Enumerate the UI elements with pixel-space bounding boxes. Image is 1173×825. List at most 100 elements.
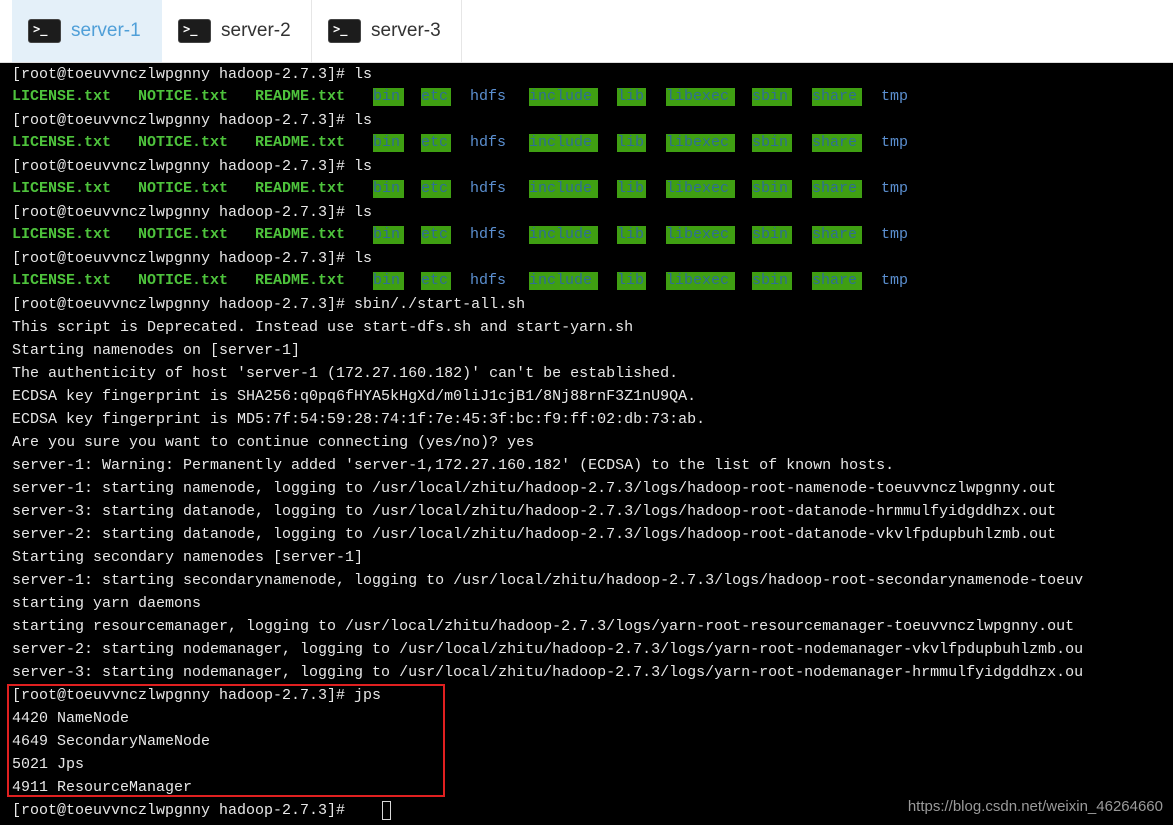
ls-entry-include: include — [529, 272, 598, 290]
watermark: https://blog.csdn.net/weixin_46264660 — [907, 798, 1163, 815]
ls-entry-license-txt: LICENSE.txt — [12, 88, 112, 105]
ls-entry-license-txt: LICENSE.txt — [12, 180, 112, 197]
terminal-icon — [328, 19, 361, 43]
tab-label: server-3 — [371, 20, 441, 41]
ls-entry-readme-txt: README.txt — [255, 272, 346, 289]
prompt-line: [root@toeuvvnczlwpgnny hadoop-2.7.3]# jp… — [12, 687, 382, 704]
output-line: server-1: starting namenode, logging to … — [12, 480, 1057, 497]
ls-entry-readme-txt: README.txt — [255, 226, 346, 243]
ls-entry-license-txt: LICENSE.txt — [12, 226, 112, 243]
output-line: server-2: starting datanode, logging to … — [12, 526, 1057, 543]
ls-entry-notice-txt: NOTICE.txt — [138, 180, 229, 197]
ls-entry-libexec: libexec — [666, 88, 735, 106]
prompt-line: [root@toeuvvnczlwpgnny hadoop-2.7.3]# — [12, 802, 355, 819]
ls-entry-tmp: tmp — [881, 134, 909, 151]
ls-entry-libexec: libexec — [666, 180, 735, 198]
ls-entry-bin: bin — [373, 180, 404, 198]
ls-entry-tmp: tmp — [881, 180, 909, 197]
ls-entry-libexec: libexec — [666, 226, 735, 244]
ls-entry-share: share — [812, 134, 862, 152]
ls-entry-bin: bin — [373, 134, 404, 152]
output-line: Are you sure you want to continue connec… — [12, 434, 535, 451]
terminal-output[interactable]: [root@toeuvvnczlwpgnny hadoop-2.7.3]# ls… — [0, 63, 1173, 825]
ls-entry-include: include — [529, 180, 598, 198]
output-line: server-1: starting secondarynamenode, lo… — [12, 572, 1084, 589]
ls-entry-notice-txt: NOTICE.txt — [138, 88, 229, 105]
ls-entry-notice-txt: NOTICE.txt — [138, 134, 229, 151]
output-line: This script is Deprecated. Instead use s… — [12, 319, 634, 336]
ls-entry-sbin: sbin — [752, 134, 792, 152]
tab-label: server-2 — [221, 20, 291, 41]
terminal-icon — [178, 19, 211, 43]
ls-entry-license-txt: LICENSE.txt — [12, 272, 112, 289]
prompt-line: [root@toeuvvnczlwpgnny hadoop-2.7.3]# ls — [12, 158, 373, 175]
ls-entry-share: share — [812, 180, 862, 198]
output-line: starting yarn daemons — [12, 595, 202, 612]
ls-entry-include: include — [529, 134, 598, 152]
ls-entry-tmp: tmp — [881, 272, 909, 289]
tab-bar: server-1 server-2 server-3 — [0, 0, 1173, 63]
tab-server-2[interactable]: server-2 — [162, 0, 312, 62]
ls-entry-bin: bin — [373, 88, 404, 106]
ls-entry-readme-txt: README.txt — [255, 180, 346, 197]
output-line: 5021 Jps — [12, 756, 85, 773]
terminal-icon — [28, 19, 61, 43]
ls-entry-include: include — [529, 226, 598, 244]
ls-entry-bin: bin — [373, 272, 404, 290]
ls-entry-hdfs: hdfs — [470, 88, 507, 105]
ls-entry-bin: bin — [373, 226, 404, 244]
prompt-line: [root@toeuvvnczlwpgnny hadoop-2.7.3]# ls — [12, 66, 373, 83]
ls-entry-tmp: tmp — [881, 88, 909, 105]
ls-entry-lib: lib — [617, 134, 646, 152]
prompt-line: [root@toeuvvnczlwpgnny hadoop-2.7.3]# ls — [12, 112, 373, 129]
ls-entry-lib: lib — [617, 180, 646, 198]
output-line: ECDSA key fingerprint is SHA256:q0pq6fHY… — [12, 388, 697, 405]
output-line: 4420 NameNode — [12, 710, 130, 727]
output-line: starting resourcemanager, logging to /us… — [12, 618, 1075, 635]
output-line: server-3: starting datanode, logging to … — [12, 503, 1057, 520]
ls-entry-libexec: libexec — [666, 272, 735, 290]
text-cursor — [382, 801, 391, 820]
ls-entry-etc: etc — [421, 180, 451, 198]
ls-entry-etc: etc — [421, 272, 451, 290]
output-line: Starting namenodes on [server-1] — [12, 342, 301, 359]
ls-entry-license-txt: LICENSE.txt — [12, 134, 112, 151]
ls-entry-hdfs: hdfs — [470, 180, 507, 197]
output-line: Starting secondary namenodes [server-1] — [12, 549, 364, 566]
prompt-line: [root@toeuvvnczlwpgnny hadoop-2.7.3]# sb… — [12, 296, 526, 313]
output-line: 4911 ResourceManager — [12, 779, 193, 796]
ls-entry-share: share — [812, 226, 862, 244]
tab-label: server-1 — [71, 20, 141, 41]
ls-entry-lib: lib — [617, 272, 646, 290]
ls-entry-etc: etc — [421, 88, 451, 106]
ls-entry-libexec: libexec — [666, 134, 735, 152]
ls-entry-notice-txt: NOTICE.txt — [138, 272, 229, 289]
ls-entry-sbin: sbin — [752, 226, 792, 244]
output-line: server-3: starting nodemanager, logging … — [12, 664, 1084, 681]
output-line: server-1: Warning: Permanently added 'se… — [12, 457, 895, 474]
ls-entry-lib: lib — [617, 226, 646, 244]
output-line: ECDSA key fingerprint is MD5:7f:54:59:28… — [12, 411, 706, 428]
tab-server-3[interactable]: server-3 — [312, 0, 462, 62]
output-line: server-2: starting nodemanager, logging … — [12, 641, 1084, 658]
ls-entry-sbin: sbin — [752, 272, 792, 290]
ls-entry-hdfs: hdfs — [470, 272, 507, 289]
ls-entry-readme-txt: README.txt — [255, 88, 346, 105]
ls-entry-hdfs: hdfs — [470, 134, 507, 151]
output-line: The authenticity of host 'server-1 (172.… — [12, 365, 679, 382]
ls-entry-sbin: sbin — [752, 180, 792, 198]
ls-entry-include: include — [529, 88, 598, 106]
tab-server-1[interactable]: server-1 — [12, 0, 162, 62]
ls-entry-hdfs: hdfs — [470, 226, 507, 243]
ls-entry-etc: etc — [421, 134, 451, 152]
ls-entry-readme-txt: README.txt — [255, 134, 346, 151]
output-line: 4649 SecondaryNameNode — [12, 733, 211, 750]
ls-entry-lib: lib — [617, 88, 646, 106]
ls-entry-etc: etc — [421, 226, 451, 244]
ls-entry-notice-txt: NOTICE.txt — [138, 226, 229, 243]
prompt-line: [root@toeuvvnczlwpgnny hadoop-2.7.3]# ls — [12, 250, 373, 267]
ls-entry-share: share — [812, 88, 862, 106]
ls-entry-share: share — [812, 272, 862, 290]
prompt-line: [root@toeuvvnczlwpgnny hadoop-2.7.3]# ls — [12, 204, 373, 221]
ls-entry-sbin: sbin — [752, 88, 792, 106]
